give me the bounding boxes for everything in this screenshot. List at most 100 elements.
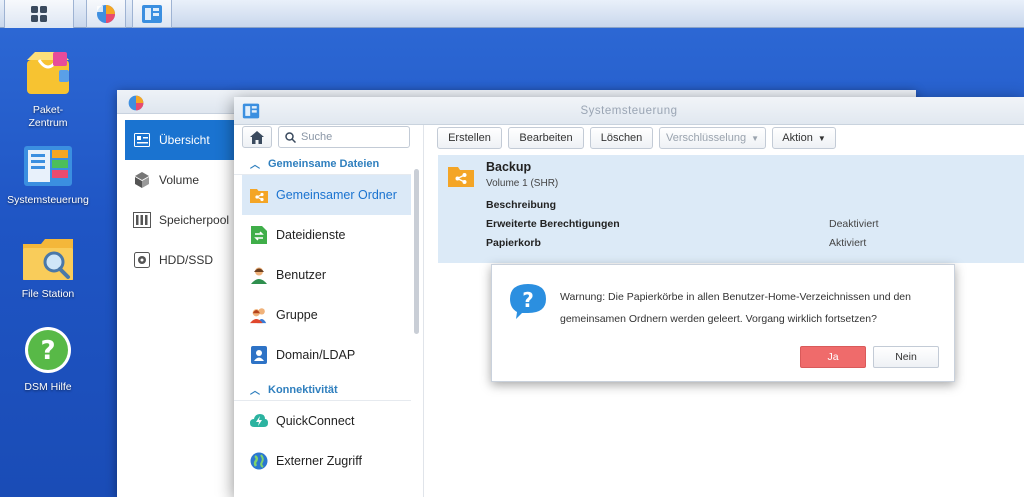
overview-icon bbox=[133, 131, 151, 149]
control-panel-sidebar: Suche ︿ Gemeinsame Dateien Gemeinsamer O… bbox=[234, 125, 424, 497]
sidebar-item-label: Externer Zugriff bbox=[276, 454, 362, 468]
desktop-icon-package-center[interactable]: Paket- Zentrum bbox=[0, 48, 96, 130]
sidebar-item-label: QuickConnect bbox=[276, 414, 355, 428]
window-titlebar[interactable]: Systemsteuerung bbox=[234, 97, 1024, 125]
window-title: Systemsteuerung bbox=[580, 104, 678, 117]
control-panel-icon bbox=[24, 146, 72, 186]
toolbar: Erstellen Bearbeiten Löschen Verschlüsse… bbox=[425, 125, 1024, 151]
desktop-icon-label: File Station bbox=[21, 288, 75, 300]
dialog-message-line: Warnung: Die Papierkörbe in allen Benutz… bbox=[560, 291, 911, 303]
control-panel-icon bbox=[142, 4, 162, 23]
grid-icon bbox=[31, 6, 47, 22]
button-label: Bearbeiten bbox=[519, 132, 573, 144]
no-button[interactable]: Nein bbox=[873, 346, 939, 368]
domain-ldap-icon bbox=[250, 346, 268, 364]
package-center-icon bbox=[27, 52, 69, 94]
sidebar-item-label: Domain/LDAP bbox=[276, 348, 356, 362]
section-connectivity[interactable]: ︿ Konnektivität bbox=[234, 379, 411, 401]
file-station-icon bbox=[23, 239, 73, 280]
search-placeholder: Suche bbox=[301, 131, 333, 143]
storage-nav-overview[interactable]: Übersicht bbox=[125, 120, 235, 160]
user-icon bbox=[250, 266, 268, 284]
sidebar-toolbar: Suche bbox=[242, 125, 415, 149]
storage-nav-label: Volume bbox=[159, 173, 200, 187]
taskbar-storage-manager[interactable] bbox=[86, 0, 126, 28]
button-label: Aktion bbox=[782, 132, 813, 144]
encryption-dropdown[interactable]: Verschlüsselung ▼ bbox=[659, 127, 766, 149]
storage-manager-icon bbox=[128, 95, 144, 111]
storage-nav-volume[interactable]: Volume bbox=[125, 160, 235, 200]
desktop-icon-label: Paket- Zentrum bbox=[28, 104, 68, 129]
dialog-message: Warnung: Die Papierkörbe in allen Benutz… bbox=[560, 286, 940, 330]
storage-nav-label: HDD/SSD bbox=[159, 253, 214, 267]
hdd-icon bbox=[133, 251, 151, 269]
search-input[interactable]: Suche bbox=[278, 126, 410, 148]
yes-button[interactable]: Ja bbox=[800, 346, 866, 368]
desktop-icon-control-panel[interactable]: Systemsteuerung bbox=[0, 144, 96, 207]
button-label: Nein bbox=[895, 351, 917, 363]
detail-label-recycle-bin: Papierkorb bbox=[486, 237, 541, 249]
taskbar-control-panel[interactable] bbox=[132, 0, 172, 28]
folder-volume: Volume 1 (SHR) bbox=[486, 178, 559, 189]
edit-button[interactable]: Bearbeiten bbox=[508, 127, 584, 149]
svg-text:?: ? bbox=[522, 288, 534, 312]
quickconnect-icon bbox=[250, 412, 268, 430]
caret-down-icon: ▼ bbox=[817, 133, 826, 143]
chevron-up-icon: ︿ bbox=[250, 386, 260, 397]
shared-folder-icon bbox=[250, 186, 268, 204]
detail-value-advanced-permissions: Deaktiviert bbox=[829, 218, 879, 230]
storage-manager-icon bbox=[97, 4, 115, 23]
group-icon bbox=[250, 306, 268, 324]
volume-icon bbox=[133, 171, 151, 189]
confirm-dialog: ? Warnung: Die Papierkörbe in allen Benu… bbox=[491, 264, 955, 382]
section-label: Konnektivität bbox=[268, 383, 338, 396]
desktop-icon-dsm-help[interactable]: ? DSM Hilfe bbox=[0, 325, 96, 394]
detail-label-description: Beschreibung bbox=[486, 199, 557, 211]
main-menu-button[interactable] bbox=[4, 0, 74, 28]
sidebar-scrollbar[interactable] bbox=[414, 169, 419, 334]
section-label: Gemeinsame Dateien bbox=[268, 157, 380, 170]
shared-folder-row[interactable]: Backup Volume 1 (SHR) Beschreibung Erwei… bbox=[438, 155, 1024, 263]
home-button[interactable] bbox=[242, 126, 272, 148]
caret-down-icon: ▼ bbox=[751, 133, 760, 143]
sidebar-item-label: Dateidienste bbox=[276, 228, 346, 242]
svg-text:?: ? bbox=[40, 336, 55, 366]
button-label: Verschlüsselung bbox=[665, 132, 747, 144]
sidebar-item-domain-ldap[interactable]: Domain/LDAP bbox=[242, 335, 411, 375]
question-icon: ? bbox=[508, 282, 548, 324]
storage-nav-label: Speicherpool bbox=[159, 213, 230, 227]
sidebar-item-user[interactable]: Benutzer bbox=[242, 255, 411, 295]
storage-pool-icon bbox=[133, 211, 151, 229]
dialog-message-line: gemeinsamen Ordnern werden geleert. Vorg… bbox=[560, 313, 877, 325]
detail-value-recycle-bin: Aktiviert bbox=[829, 237, 867, 249]
section-shared-files[interactable]: ︿ Gemeinsame Dateien bbox=[234, 153, 411, 175]
search-icon bbox=[285, 131, 296, 143]
sidebar-item-quickconnect[interactable]: QuickConnect bbox=[242, 401, 411, 441]
sidebar-item-label: Gruppe bbox=[276, 308, 318, 322]
button-label: Löschen bbox=[600, 132, 643, 144]
storage-nav-hdd[interactable]: HDD/SSD bbox=[125, 240, 235, 280]
sidebar-item-label: Benutzer bbox=[276, 268, 327, 282]
button-label: Erstellen bbox=[448, 132, 491, 144]
sidebar-item-label: Gemeinsamer Ordner bbox=[276, 188, 397, 202]
chevron-up-icon: ︿ bbox=[250, 160, 260, 171]
home-icon bbox=[250, 130, 264, 144]
taskbar bbox=[0, 0, 1024, 28]
sidebar-item-external-access[interactable]: Externer Zugriff bbox=[242, 441, 411, 481]
shared-folder-icon bbox=[448, 165, 474, 191]
storage-nav-storage-pool[interactable]: Speicherpool bbox=[125, 200, 235, 240]
sidebar-item-shared-folder[interactable]: Gemeinsamer Ordner bbox=[242, 175, 411, 215]
help-icon: ? bbox=[25, 327, 71, 373]
folder-name: Backup bbox=[486, 160, 532, 174]
desktop-icon-file-station[interactable]: File Station bbox=[0, 236, 96, 301]
action-dropdown[interactable]: Aktion ▼ bbox=[772, 127, 836, 149]
detail-label-advanced-permissions: Erweiterte Berechtigungen bbox=[486, 218, 620, 230]
file-services-icon bbox=[250, 226, 268, 244]
sidebar-item-file-services[interactable]: Dateidienste bbox=[242, 215, 411, 255]
button-label: Ja bbox=[827, 351, 839, 363]
create-button[interactable]: Erstellen bbox=[437, 127, 502, 149]
delete-button[interactable]: Löschen bbox=[590, 127, 653, 149]
storage-nav: Übersicht Volume Speicherpool HDD/SSD bbox=[125, 120, 235, 280]
sidebar-item-group[interactable]: Gruppe bbox=[242, 295, 411, 335]
desktop-icon-label: Systemsteuerung bbox=[7, 194, 89, 206]
